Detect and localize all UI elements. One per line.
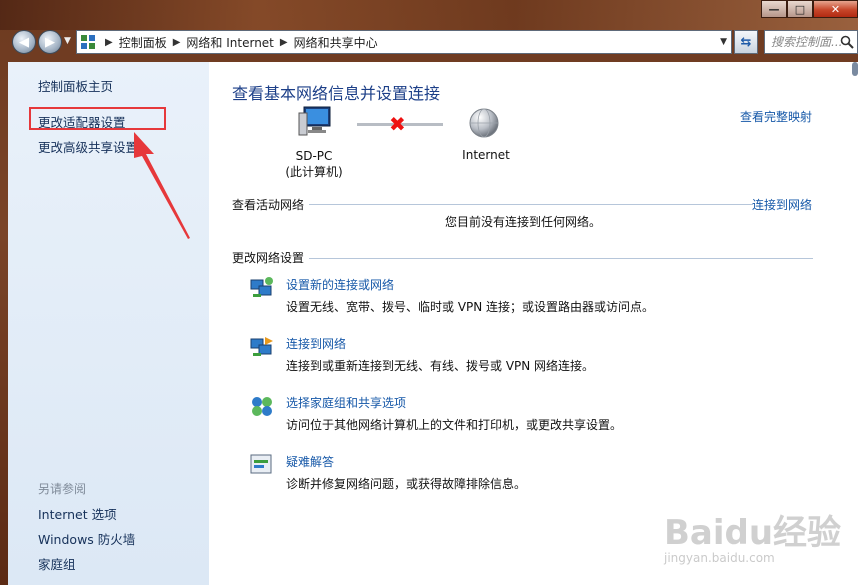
refresh-icon: ⇆ — [740, 34, 752, 50]
breadcrumb-control-panel[interactable]: 控制面板 — [119, 34, 167, 51]
back-button[interactable]: ◀ — [12, 30, 36, 54]
forward-arrow-icon: ▶ — [45, 34, 55, 50]
baidu-watermark: Baidu经验 jingyan.baidu.com — [664, 505, 858, 565]
back-arrow-icon: ◀ — [19, 34, 29, 50]
breadcrumb-separator: ▶ — [105, 36, 113, 48]
new-connection-icon — [250, 277, 273, 297]
maximize-button[interactable]: □ — [787, 0, 813, 18]
change-settings-heading: 更改网络设置 — [232, 251, 305, 265]
divider — [309, 204, 753, 205]
breadcrumb-separator[interactable]: ▶ — [173, 37, 181, 48]
no-connection-status: 您目前没有连接到任何网络。 — [445, 215, 602, 229]
forward-button[interactable]: ▶ — [38, 30, 62, 54]
sidebar-item-internet-options[interactable]: Internet 选项 — [38, 504, 117, 523]
breadcrumb-separator[interactable]: ▶ — [280, 37, 288, 48]
refresh-button[interactable]: ⇆ — [734, 30, 758, 54]
connect-to-network-link[interactable]: 连接到网络 — [752, 196, 812, 213]
setup-new-connection-desc: 设置无线、宽带、拨号、临时或 VPN 连接；或设置路由器或访问点。 — [286, 300, 655, 314]
internet-label: Internet — [462, 148, 510, 162]
homegroup-icon — [252, 397, 272, 416]
homegroup-sharing-desc: 访问位于其他网络计算机上的文件和打印机，或更改共享设置。 — [286, 418, 623, 432]
sidebar-item-control-panel-home[interactable]: 控制面板主页 — [38, 76, 113, 95]
minimize-button[interactable]: — — [761, 0, 787, 18]
annotation-highlight-box — [29, 107, 166, 130]
connect-to-network-task-link[interactable]: 连接到网络 — [286, 335, 346, 352]
computer-name: SD-PC — [295, 149, 333, 163]
watermark-sub: jingyan.baidu.com — [664, 551, 775, 565]
watermark-text: Baidu经验 — [664, 513, 842, 553]
caption-buttons: — □ ✕ — [761, 0, 858, 18]
search-input[interactable] — [771, 35, 843, 49]
homegroup-sharing-link[interactable]: 选择家庭组和共享选项 — [286, 394, 406, 411]
disconnected-x-icon[interactable]: ✖ — [389, 112, 406, 136]
main-panel: 查看基本网络信息并设置连接 查看完整映射 SD-PC (此计算机) ✖ Inte… — [209, 62, 858, 585]
sidebar: 控制面板主页 更改适配器设置 更改高级共享设置 另请参阅 Internet 选项… — [8, 62, 209, 585]
search-box[interactable] — [764, 30, 858, 54]
computer-sub: (此计算机) — [285, 165, 343, 179]
control-panel-icon — [77, 31, 99, 53]
divider — [309, 258, 813, 259]
search-icon[interactable] — [840, 35, 854, 52]
content-area: 控制面板主页 更改适配器设置 更改高级共享设置 另请参阅 Internet 选项… — [8, 62, 858, 585]
troubleshoot-desc: 诊断并修复网络问题，或获得故障排除信息。 — [286, 477, 527, 491]
see-also-title: 另请参阅 — [38, 482, 87, 496]
scroll-indicator[interactable] — [852, 62, 858, 76]
address-bar[interactable]: ▶ 控制面板 ▶ 网络和 Internet ▶ 网络和共享中心 ▼ — [76, 30, 732, 54]
annotation-arrow-icon — [134, 132, 190, 239]
setup-new-connection-link[interactable]: 设置新的连接或网络 — [286, 276, 394, 293]
breadcrumb-network-sharing-center[interactable]: 网络和共享中心 — [294, 34, 378, 51]
troubleshoot-link[interactable]: 疑难解答 — [286, 453, 334, 470]
globe-icon[interactable] — [468, 107, 500, 139]
troubleshoot-icon — [250, 454, 272, 474]
connect-network-icon — [250, 337, 273, 356]
computer-label: SD-PC (此计算机) — [269, 148, 359, 180]
breadcrumb-network-internet[interactable]: 网络和 Internet — [186, 34, 273, 51]
active-networks-heading: 查看活动网络 — [232, 198, 305, 212]
sidebar-item-homegroup[interactable]: 家庭组 — [38, 554, 76, 573]
page-title: 查看基本网络信息并设置连接 — [232, 84, 441, 103]
recent-pages-dropdown[interactable]: ▼ — [64, 36, 71, 46]
connect-to-network-desc: 连接到或重新连接到无线、有线、拨号或 VPN 网络连接。 — [286, 359, 595, 373]
computer-icon[interactable] — [298, 105, 332, 137]
navigation-bar: ◀ ▶ ▼ ▶ 控制面板 ▶ 网络和 Internet ▶ 网络和共享中心 ▼ … — [0, 24, 858, 60]
sidebar-item-windows-firewall[interactable]: Windows 防火墙 — [38, 529, 135, 548]
address-history-dropdown[interactable]: ▼ — [720, 37, 727, 47]
sidebar-item-change-advanced-sharing[interactable]: 更改高级共享设置 — [38, 137, 138, 156]
close-button[interactable]: ✕ — [813, 0, 858, 18]
view-full-map-link[interactable]: 查看完整映射 — [740, 108, 812, 125]
